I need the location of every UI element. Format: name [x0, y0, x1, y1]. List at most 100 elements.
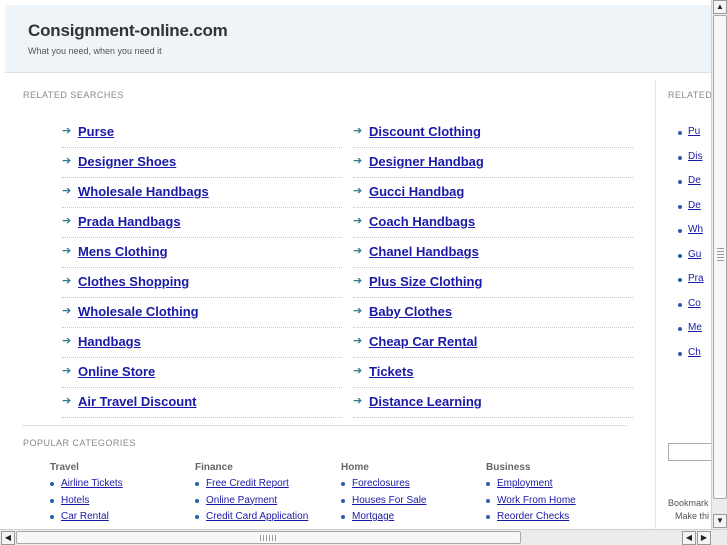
horizontal-scroll-thumb[interactable] — [16, 531, 521, 544]
site-tagline: What you need, when you need it — [28, 46, 162, 56]
right-panel-link[interactable]: Ch — [688, 347, 701, 358]
grip-icon — [260, 535, 276, 541]
right-panel-link[interactable]: De — [688, 175, 701, 186]
category-link[interactable]: Hotels — [61, 495, 89, 506]
search-link[interactable]: Gucci Handbag — [369, 184, 464, 199]
search-link[interactable]: Air Travel Discount — [78, 394, 196, 409]
right-panel-link[interactable]: Pra — [688, 273, 704, 284]
category-link[interactable]: Work From Home — [497, 495, 576, 506]
right-panel-item: Co — [678, 298, 701, 309]
search-result-row: ➔ Coach Handbags — [353, 208, 633, 238]
search-link[interactable]: Distance Learning — [369, 394, 482, 409]
scroll-left-icon[interactable]: ◀ — [682, 531, 696, 545]
search-link[interactable]: Handbags — [78, 334, 141, 349]
category-link[interactable]: Foreclosures — [352, 478, 410, 489]
arrow-right-icon: ➔ — [353, 365, 363, 377]
arrow-right-icon: ➔ — [353, 185, 363, 197]
arrow-right-icon: ➔ — [353, 335, 363, 347]
category-link[interactable]: Car Rental — [61, 511, 109, 522]
search-result-row: ➔ Handbags — [62, 328, 342, 358]
category-link[interactable]: Online Payment — [206, 495, 277, 506]
bullet-icon — [678, 327, 682, 331]
search-link[interactable]: Tickets — [369, 364, 414, 379]
right-panel-item: Me — [678, 322, 702, 333]
search-link[interactable]: Designer Shoes — [78, 154, 176, 169]
scroll-left-icon[interactable]: ◀ — [1, 531, 15, 545]
search-link[interactable]: Coach Handbags — [369, 214, 475, 229]
horizontal-scrollbar[interactable]: ◀ ◀ ▶ — [0, 529, 727, 545]
bullet-icon — [341, 515, 345, 519]
search-result-row: ➔ Designer Handbag — [353, 148, 633, 178]
scroll-up-icon[interactable]: ▲ — [713, 0, 727, 14]
search-result-row: ➔ Discount Clothing — [353, 118, 633, 148]
right-panel-link[interactable]: De — [688, 200, 701, 211]
bullet-icon — [341, 482, 345, 486]
grip-icon — [717, 248, 724, 262]
right-panel-item: Ch — [678, 347, 701, 358]
make-homepage-text[interactable]: Make thi — [675, 511, 709, 521]
category-link[interactable]: Employment — [497, 478, 553, 489]
arrow-right-icon: ➔ — [62, 155, 72, 167]
search-link[interactable]: Designer Handbag — [369, 154, 484, 169]
right-panel: RELATED Pu Dis De De Wh Gu Pra Co Me Ch Bookmark … — [656, 80, 712, 530]
search-result-row: ➔ Cheap Car Rental — [353, 328, 633, 358]
category-item: Mortgage — [341, 510, 481, 527]
arrow-right-icon: ➔ — [62, 125, 72, 137]
vertical-scrollbar[interactable]: ▲ ▼ — [711, 0, 727, 529]
search-result-row: ➔ Online Store — [62, 358, 342, 388]
arrow-right-icon: ➔ — [62, 305, 72, 317]
bullet-icon — [486, 482, 490, 486]
search-link[interactable]: Prada Handbags — [78, 214, 181, 229]
right-panel-link[interactable]: Co — [688, 298, 701, 309]
arrow-right-icon: ➔ — [62, 245, 72, 257]
right-panel-link[interactable]: Me — [688, 322, 702, 333]
search-link[interactable]: Wholesale Handbags — [78, 184, 209, 199]
bullet-icon — [678, 155, 682, 160]
bullet-icon — [50, 498, 54, 503]
category-link[interactable]: Free Credit Report — [206, 478, 289, 489]
search-result-row: ➔ Baby Clothes — [353, 298, 633, 328]
search-link[interactable]: Cheap Car Rental — [369, 334, 477, 349]
category-link[interactable]: Mortgage — [352, 511, 394, 522]
search-link[interactable]: Discount Clothing — [369, 124, 481, 139]
category-column: Business Employment Work From Home Reorder … — [486, 462, 626, 527]
category-link[interactable]: Reorder Checks — [497, 511, 569, 522]
category-link[interactable]: Houses For Sale — [352, 495, 426, 506]
category-item: Houses For Sale — [341, 494, 481, 511]
category-link[interactable]: Credit Card Application — [206, 511, 308, 522]
search-link[interactable]: Clothes Shopping — [78, 274, 189, 289]
search-input[interactable] — [668, 443, 712, 461]
right-panel-link[interactable]: Gu — [688, 249, 701, 260]
search-link[interactable]: Purse — [78, 124, 114, 139]
vertical-scroll-thumb[interactable] — [713, 15, 727, 499]
right-panel-link[interactable]: Wh — [688, 224, 703, 235]
arrow-right-icon: ➔ — [353, 125, 363, 137]
search-link[interactable]: Mens Clothing — [78, 244, 168, 259]
category-column: Finance Free Credit Report Online Payment C… — [195, 462, 335, 527]
search-link[interactable]: Chanel Handbags — [369, 244, 479, 259]
search-result-row: ➔ Tickets — [353, 358, 633, 388]
search-link[interactable]: Online Store — [78, 364, 155, 379]
search-link[interactable]: Plus Size Clothing — [369, 274, 482, 289]
section-divider — [22, 425, 627, 426]
search-result-row: ➔ Distance Learning — [353, 388, 633, 418]
arrow-right-icon: ➔ — [353, 305, 363, 317]
right-panel-item: Pra — [678, 273, 704, 284]
related-searches-left-column: ➔ Purse ➔ Designer Shoes ➔ Wholesale Handbags… — [62, 118, 342, 418]
right-panel-label: RELATED — [668, 90, 712, 100]
right-panel-link[interactable]: Dis — [688, 151, 702, 162]
category-item: Work From Home — [486, 494, 626, 511]
bookmark-text[interactable]: Bookmark — [668, 498, 709, 508]
category-item: Employment — [486, 477, 626, 494]
right-panel-link[interactable]: Pu — [688, 126, 700, 137]
scroll-right-icon[interactable]: ▶ — [697, 531, 711, 545]
site-title[interactable]: Consignment-online.com — [28, 21, 228, 41]
search-result-row: ➔ Air Travel Discount — [62, 388, 342, 418]
scroll-down-icon[interactable]: ▼ — [713, 514, 727, 528]
search-result-row: ➔ Clothes Shopping — [62, 268, 342, 298]
category-item: Free Credit Report — [195, 477, 335, 494]
category-link[interactable]: Airline Tickets — [61, 478, 123, 489]
bullet-icon — [341, 498, 345, 503]
search-link[interactable]: Wholesale Clothing — [78, 304, 199, 319]
search-link[interactable]: Baby Clothes — [369, 304, 452, 319]
